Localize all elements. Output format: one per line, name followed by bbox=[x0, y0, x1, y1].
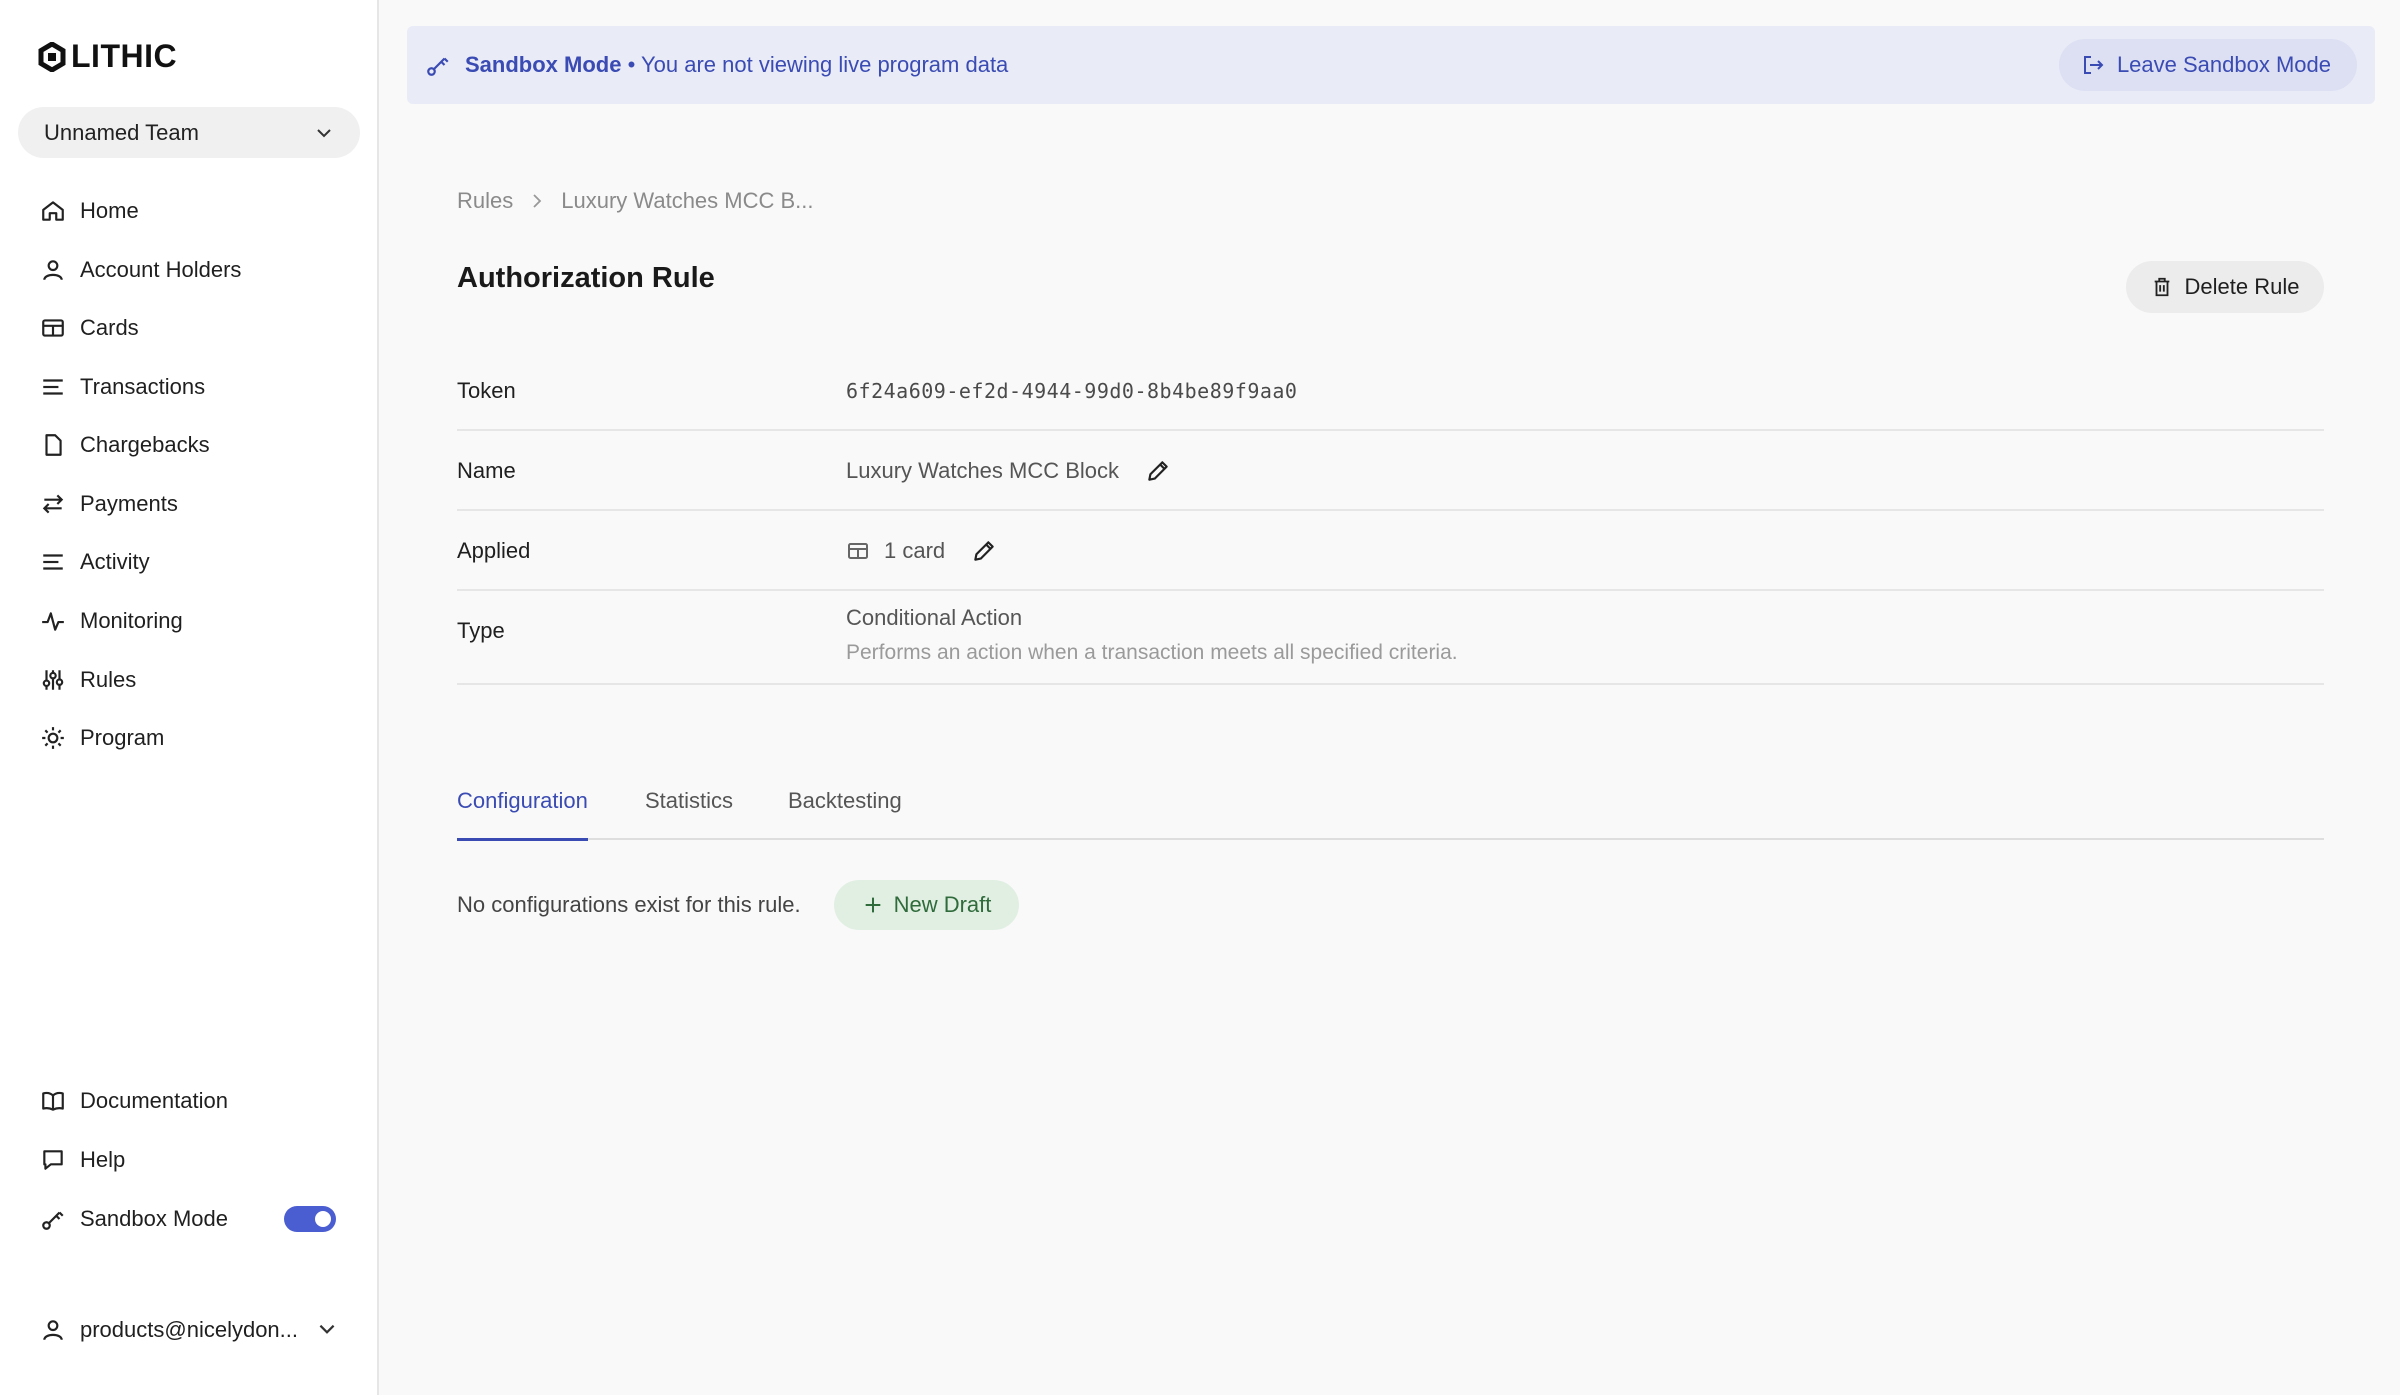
user-email: products@nicelydon... bbox=[80, 1317, 299, 1342]
sidebar-item-payments[interactable]: Payments bbox=[40, 484, 178, 524]
plus-icon bbox=[865, 897, 880, 913]
name-row: Name Luxury Watches MCC Block bbox=[457, 431, 2324, 511]
home-icon bbox=[42, 201, 64, 221]
sidebar: LITHIC Unnamed Team Home Account Holders… bbox=[0, 0, 379, 1395]
card-icon bbox=[848, 543, 868, 559]
chevron-down-icon[interactable] bbox=[316, 1318, 338, 1340]
applied-value-group: 1 card bbox=[846, 538, 997, 564]
sidebar-item-cards[interactable]: Cards bbox=[40, 308, 139, 348]
sidebar-item-label: Cards bbox=[80, 315, 139, 340]
empty-configurations-text: No configurations exist for this rule. bbox=[457, 892, 801, 917]
sidebar-item-account-holders[interactable]: Account Holders bbox=[40, 250, 241, 290]
sandbox-mode-toggle[interactable] bbox=[284, 1206, 336, 1232]
applied-label: Applied bbox=[457, 538, 531, 563]
team-selector[interactable]: Unnamed Team bbox=[18, 107, 360, 158]
sidebar-item-label: Documentation bbox=[80, 1088, 228, 1113]
document-icon bbox=[45, 434, 62, 456]
page-title: Authorization Rule bbox=[457, 262, 715, 294]
breadcrumb-rules-link[interactable]: Rules bbox=[457, 188, 513, 214]
list-icon bbox=[43, 379, 63, 395]
type-row: Type Conditional Action Performs an acti… bbox=[457, 591, 2324, 685]
sidebar-item-label: Sandbox Mode bbox=[80, 1206, 228, 1231]
sidebar-item-label: Rules bbox=[80, 667, 137, 692]
token-row: Token 6f24a609-ef2d-4944-99d0-8b4be89f9a… bbox=[457, 360, 2324, 431]
banner-message: • You are not viewing live program data bbox=[627, 52, 1009, 77]
user-menu[interactable]: products@nicelydon... bbox=[40, 1310, 298, 1350]
type-value: Conditional Action bbox=[846, 605, 1023, 630]
logout-icon bbox=[2083, 56, 2104, 74]
banner-title: Sandbox Mode bbox=[465, 52, 622, 77]
key-icon bbox=[427, 57, 449, 76]
delete-rule-button[interactable]: Delete Rule bbox=[2126, 261, 2324, 313]
tab-backtesting[interactable]: Backtesting bbox=[788, 788, 902, 838]
name-value: Luxury Watches MCC Block bbox=[846, 458, 1120, 483]
chat-icon bbox=[43, 1150, 63, 1170]
leave-sandbox-label: Leave Sandbox Mode bbox=[2116, 52, 2331, 77]
arrows-icon bbox=[42, 494, 64, 514]
team-name: Unnamed Team bbox=[44, 119, 199, 145]
new-draft-button[interactable]: New Draft bbox=[834, 880, 1019, 930]
leave-sandbox-button[interactable]: Leave Sandbox Mode bbox=[2058, 39, 2357, 91]
sidebar-item-label: Payments bbox=[80, 491, 178, 516]
name-value-group: Luxury Watches MCC Block bbox=[846, 458, 1171, 484]
user-icon bbox=[43, 1320, 63, 1341]
sidebar-item-label: Account Holders bbox=[80, 257, 242, 282]
edit-applied-icon[interactable] bbox=[971, 538, 997, 564]
tab-configuration[interactable]: Configuration bbox=[457, 788, 588, 841]
logo-mark-icon bbox=[38, 41, 66, 72]
applied-value: 1 card bbox=[884, 538, 946, 563]
list-icon bbox=[43, 554, 63, 570]
sidebar-item-label: Chargebacks bbox=[80, 432, 210, 457]
rule-tabs: Configuration Statistics Backtesting bbox=[457, 778, 2324, 841]
sidebar-item-label: Help bbox=[80, 1147, 126, 1172]
sidebar-item-program[interactable]: Program bbox=[40, 718, 164, 758]
sidebar-item-label: Monitoring bbox=[80, 608, 183, 633]
trash-icon bbox=[2154, 277, 2169, 297]
banner-text: Sandbox Mode • You are not viewing live … bbox=[465, 52, 1008, 78]
sliders-icon bbox=[42, 670, 64, 690]
user-icon bbox=[43, 260, 63, 281]
brand-name: LITHIC bbox=[71, 38, 178, 74]
sidebar-item-home[interactable]: Home bbox=[40, 191, 139, 231]
tab-statistics[interactable]: Statistics bbox=[645, 788, 733, 838]
card-icon bbox=[42, 319, 64, 337]
new-draft-label: New Draft bbox=[893, 892, 992, 917]
chevron-down-icon bbox=[317, 128, 331, 137]
sidebar-item-rules[interactable]: Rules bbox=[40, 660, 136, 700]
token-label: Token bbox=[457, 378, 516, 403]
sidebar-item-label: Activity bbox=[80, 549, 150, 574]
sidebar-item-sandbox-mode[interactable]: Sandbox Mode bbox=[40, 1199, 228, 1239]
sidebar-item-help[interactable]: Help bbox=[40, 1140, 125, 1180]
sandbox-banner: Sandbox Mode • You are not viewing live … bbox=[407, 26, 2375, 104]
sidebar-item-documentation[interactable]: Documentation bbox=[40, 1081, 228, 1121]
applied-row: Applied 1 card bbox=[457, 511, 2324, 591]
sidebar-item-transactions[interactable]: Transactions bbox=[40, 367, 205, 407]
sidebar-item-label: Program bbox=[80, 725, 165, 750]
breadcrumb: Rules Luxury Watches MCC B... bbox=[457, 188, 814, 214]
gear-icon bbox=[42, 727, 64, 749]
token-value: 6f24a609-ef2d-4944-99d0-8b4be89f9aa0 bbox=[846, 379, 1298, 403]
lithic-logo[interactable]: LITHIC bbox=[37, 38, 177, 75]
pulse-icon bbox=[42, 612, 64, 631]
key-icon bbox=[42, 1211, 64, 1230]
chevron-right-icon bbox=[533, 194, 542, 208]
book-icon bbox=[42, 1091, 64, 1111]
edit-name-icon[interactable] bbox=[1145, 458, 1171, 484]
sidebar-item-activity[interactable]: Activity bbox=[40, 542, 150, 582]
type-description: Performs an action when a transaction me… bbox=[846, 641, 1458, 664]
sidebar-item-label: Home bbox=[80, 198, 139, 223]
name-label: Name bbox=[457, 458, 516, 483]
breadcrumb-current: Luxury Watches MCC B... bbox=[561, 188, 814, 213]
sidebar-item-label: Transactions bbox=[80, 374, 206, 399]
sidebar-item-chargebacks[interactable]: Chargebacks bbox=[40, 425, 210, 465]
sidebar-item-monitoring[interactable]: Monitoring bbox=[40, 601, 183, 641]
type-label: Type bbox=[457, 618, 505, 643]
delete-rule-label: Delete Rule bbox=[2184, 274, 2300, 299]
